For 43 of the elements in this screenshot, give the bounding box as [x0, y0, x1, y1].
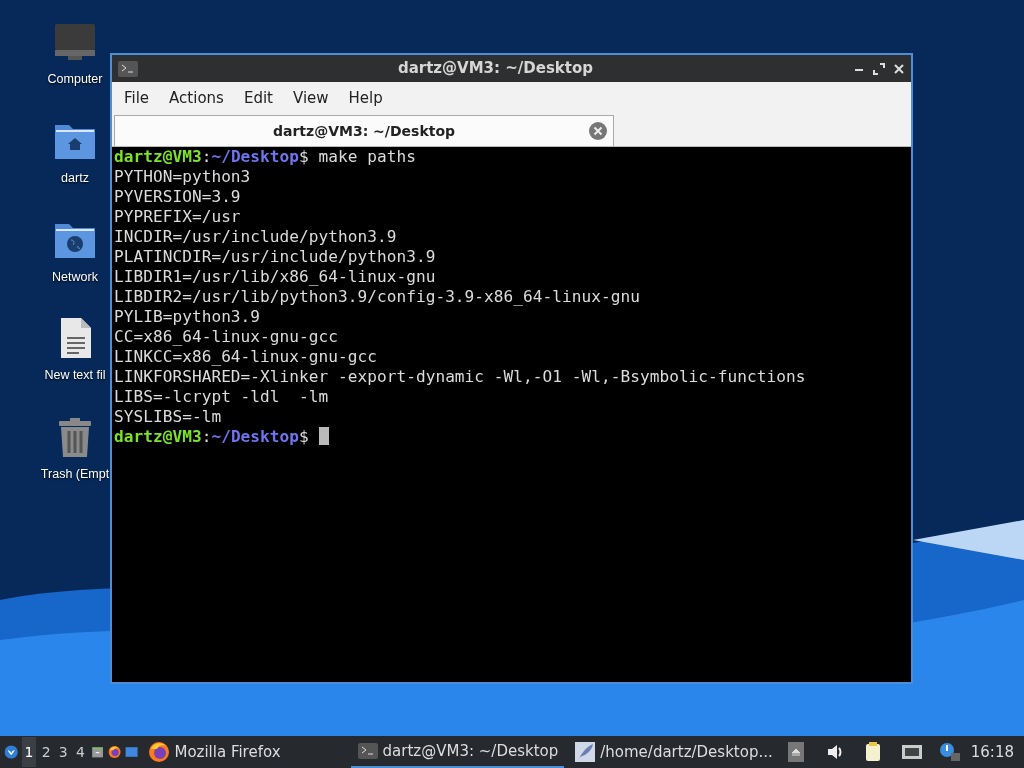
workspace-button[interactable]: 2 [39, 737, 53, 767]
terminal-tab[interactable]: dartz@VM3: ~/Desktop [114, 115, 614, 146]
update-icon[interactable] [938, 741, 961, 763]
menu-item[interactable]: Edit [233, 86, 283, 110]
workspace-button[interactable]: 4 [73, 737, 87, 767]
terminal-icon [356, 740, 379, 762]
output-line: PLATINCDIR=/usr/include/python3.9 [114, 247, 436, 266]
output-line: LINKFORSHARED=-Xlinker -export-dynamic -Wl,-O1 -Wl,-Bsymbolic-functions [114, 367, 806, 386]
close-icon[interactable] [589, 122, 607, 140]
menu-item[interactable]: File [114, 86, 160, 110]
workspace-button[interactable]: 1 [22, 737, 36, 767]
taskbar-task[interactable]: Mozilla Firefox [142, 736, 287, 768]
taskbar-task[interactable]: dartz@VM3: ~/Desktop [350, 736, 565, 768]
output-line: CC=x86_64-linux-gnu-gcc [114, 327, 338, 346]
output-line: PYVERSION=3.9 [114, 187, 241, 206]
prompt-line: dartz@VM3:~/Desktop$ make paths [114, 147, 416, 166]
icon-label: Computer [47, 71, 103, 88]
output-line: PYTHON=python3 [114, 167, 251, 186]
close-icon[interactable] [893, 62, 905, 75]
window-title: dartz@VM3: ~/Desktop [396, 58, 595, 80]
workspace-button[interactable]: 3 [56, 737, 70, 767]
output-line: LINKCC=x86_64-linux-gnu-gcc [114, 347, 377, 366]
feather-icon [574, 741, 597, 763]
menu-item[interactable]: Actions [159, 86, 234, 110]
maximize-icon[interactable] [873, 62, 885, 75]
output-line: LIBDIR1=/usr/lib/x86_64-linux-gnu [114, 267, 436, 286]
icon-label: New text fil [44, 367, 106, 385]
output-line: SYSLIBS=-lm [114, 407, 222, 426]
icon-label: dartz [61, 169, 89, 187]
icon-label: Network [52, 268, 98, 286]
firefox-icon [148, 741, 171, 763]
output-line: PYPREFIX=/usr [114, 207, 241, 226]
prompt-line: dartz@VM3:~/Desktop$ [114, 427, 310, 446]
output-line: LIBS=-lcrypt -ldl -lm [114, 387, 329, 406]
clock[interactable]: 16:18 [970, 740, 1014, 764]
output-line: PYLIB=python3.9 [114, 307, 261, 326]
taskbar-task[interactable]: /home/dartz/Desktop... [568, 736, 779, 768]
output-line: INCDIR=/usr/include/python3.9 [114, 227, 397, 246]
output-line: LIBDIR2=/usr/lib/python3.9/config-3.9-x86_64-linux-gnu [114, 287, 640, 306]
icon-label: Trash (Empt [40, 466, 110, 483]
menu-item[interactable]: Help [338, 86, 393, 110]
menu-item[interactable]: View [282, 86, 339, 110]
terminal-icon [118, 60, 138, 77]
